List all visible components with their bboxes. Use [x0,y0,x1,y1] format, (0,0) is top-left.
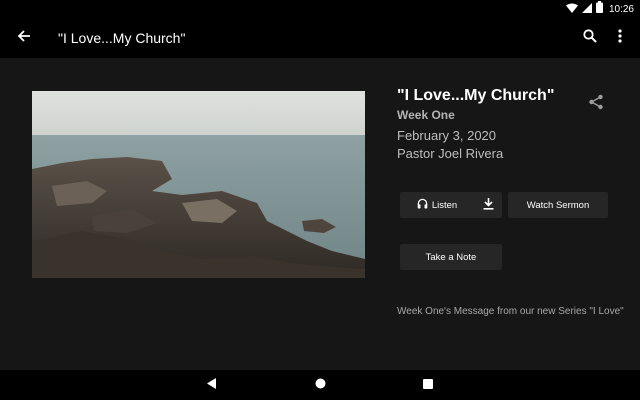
toolbar-title: "I Love...My Church" [58,30,186,46]
sermon-detail: "I Love...My Church" Week One February 3… [0,58,640,370]
nav-recents-icon [423,376,433,394]
back-arrow-icon [17,29,31,48]
share-icon [588,94,604,115]
headphones-icon [417,198,428,212]
battery-icon [595,0,603,18]
nav-home-button[interactable] [312,377,328,393]
nav-back-button[interactable] [204,377,220,393]
app-toolbar: "I Love...My Church" [0,18,640,58]
sermon-image [32,91,365,278]
nav-recents-button[interactable] [420,377,436,393]
sermon-date: February 3, 2020 [397,128,497,143]
cell-signal-icon [581,0,592,18]
sermon-title: "I Love...My Church" [397,87,555,104]
nav-back-icon [207,376,217,394]
status-time: 10:26 [608,3,634,15]
status-bar: 10:26 [0,0,640,18]
search-icon [583,28,597,48]
sermon-week: Week One [397,108,455,122]
listen-label: Listen [431,199,458,211]
more-options-button[interactable] [608,26,632,50]
share-button[interactable] [584,92,608,116]
search-button[interactable] [578,26,602,50]
status-icons: 10:26 [565,0,634,18]
back-button[interactable] [12,26,36,50]
listen-button-group: Listen [400,192,502,218]
nav-home-icon [315,376,326,394]
system-nav-bar [0,370,640,400]
take-note-button[interactable]: Take a Note [400,244,502,270]
listen-button[interactable]: Listen [400,192,474,218]
sermon-description: Week One's Message from our new Series "… [397,306,624,317]
watch-sermon-button[interactable]: Watch Sermon [508,192,608,218]
more-vert-icon [618,28,622,48]
download-icon [483,197,494,213]
download-button[interactable] [474,192,502,218]
sermon-pastor: Pastor Joel Rivera [397,146,504,161]
wifi-icon [565,0,578,18]
